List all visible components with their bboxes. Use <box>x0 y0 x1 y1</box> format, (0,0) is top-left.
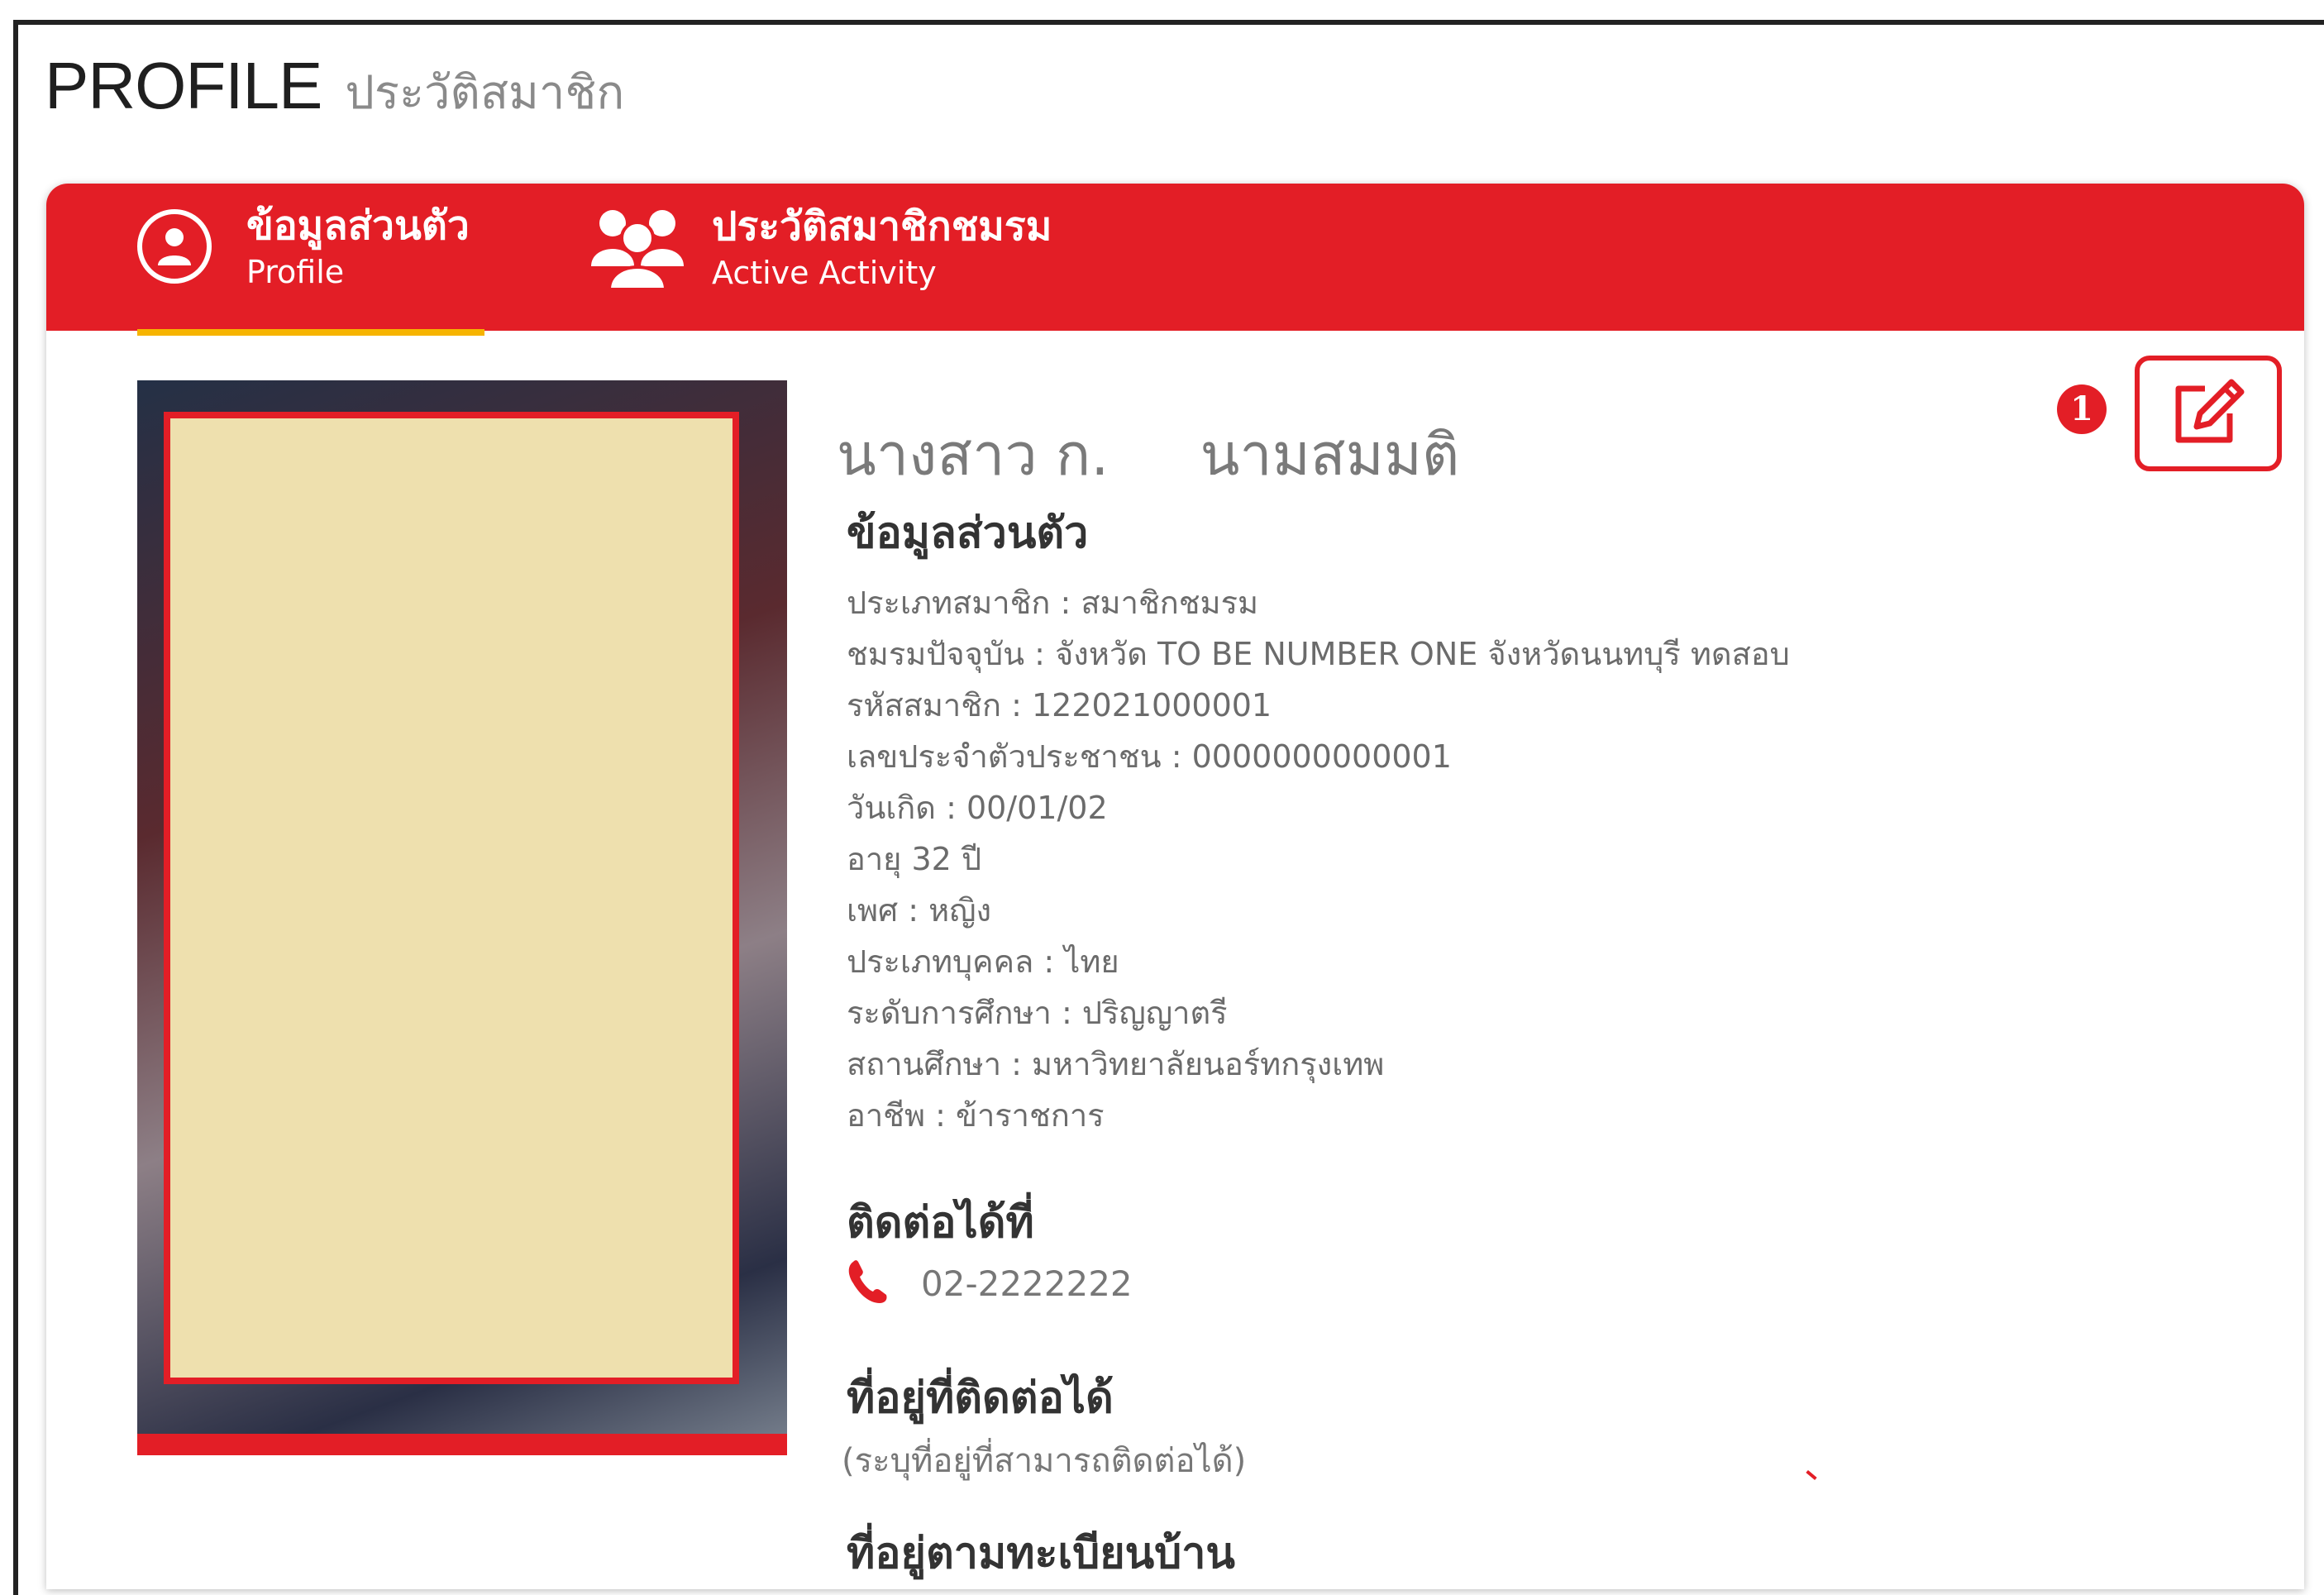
phone-number: 02-2222222 <box>921 1263 1133 1304</box>
phone-row: 02-2222222 <box>847 1258 1133 1308</box>
profile-card: ข้อมูลส่วนตัว Profile ประวัติสมาชิกชมรม … <box>46 184 2304 1589</box>
field-gender: เพศ : หญิง <box>847 892 992 929</box>
profile-photo <box>137 380 787 1455</box>
page-title-main: PROFILE <box>45 49 322 122</box>
tab-activity-label-en: Active Activity <box>712 255 937 291</box>
tab-active-activity[interactable]: ประวัติสมาชิกชมรม Active Activity <box>588 200 1052 294</box>
contact-address-heading: ที่อยู่ที่ติดต่อได้ <box>847 1373 1114 1423</box>
member-first-name: นางสาว ก. <box>837 421 1110 489</box>
field-occupation: อาชีพ : ข้าราชการ <box>847 1097 1105 1134</box>
field-person-type: ประเภทบุคคล : ไทย <box>847 943 1119 980</box>
page-title-sub: ประวัติสมาชิก <box>345 66 625 120</box>
field-citizen-id: เลขประจำตัวประชาชน : 0000000000001 <box>847 738 1452 775</box>
field-education-level: ระดับการศึกษา : ปริญญาตรี <box>847 995 1228 1031</box>
contact-address-note: (ระบุที่อยู่ที่สามารถติดต่อได้) <box>842 1442 1247 1480</box>
member-last-name: นามสมมติ <box>1200 421 1460 489</box>
tab-bar: ข้อมูลส่วนตัว Profile ประวัติสมาชิกชมรม … <box>46 184 2304 331</box>
tab-profile-label-en: Profile <box>246 254 345 290</box>
tab-profile-label-th: ข้อมูลส่วนตัว <box>246 203 470 249</box>
contact-heading: ติดต่อได้ที่ <box>847 1198 1034 1248</box>
photo-bottom-bar <box>137 1434 787 1455</box>
member-name: นางสาว ก. นามสมมติ <box>837 408 1459 500</box>
field-member-type: ประเภทสมาชิก : สมาชิกชมรม <box>847 585 1259 621</box>
edit-profile-button[interactable] <box>2135 356 2282 471</box>
red-mark <box>1806 1469 1817 1481</box>
phone-icon <box>847 1258 888 1308</box>
field-age: อายุ 32 ปี <box>847 841 982 877</box>
photo-placeholder <box>164 412 739 1384</box>
personal-info-heading: ข้อมูลส่วนตัว <box>847 509 1089 558</box>
group-icon <box>588 200 687 294</box>
step-badge: 1 <box>2057 384 2107 434</box>
user-circle-icon <box>137 209 212 284</box>
edit-icon <box>2170 377 2246 450</box>
tab-profile[interactable]: ข้อมูลส่วนตัว Profile <box>137 200 470 293</box>
field-member-id: รหัสสมาชิก : 122021000001 <box>847 687 1272 723</box>
field-birth-date: วันเกิด : 00/01/02 <box>847 790 1108 826</box>
tab-activity-label-th: ประวัติสมาชิกชมรม <box>712 203 1052 250</box>
page-title: PROFILE ประวัติสมาชิก <box>45 48 624 129</box>
field-current-club: ชมรมปัจจุบัน : จังหวัด TO BE NUMBER ONE … <box>847 636 1790 672</box>
field-institution: สถานศึกษา : มหาวิทยาลัยนอร์ทกรุงเทพ <box>847 1046 1385 1082</box>
active-tab-indicator <box>137 329 484 336</box>
registered-address-heading: ที่อยู่ตามทะเบียนบ้าน <box>847 1529 1235 1578</box>
